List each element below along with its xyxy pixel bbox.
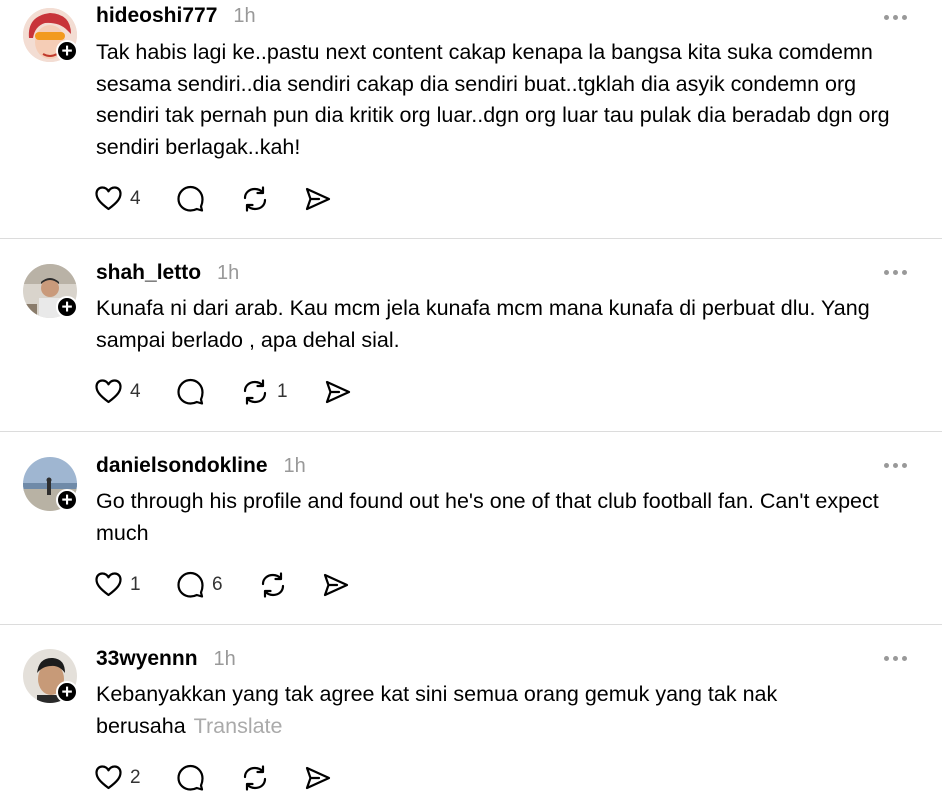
repost-icon [261,571,285,598]
repost-count: 1 [277,380,288,402]
timestamp: 1h [233,5,256,27]
post-header: danielsondokline 1h [96,454,306,478]
like-count: 1 [130,573,141,595]
avatar-wrap[interactable]: + [23,8,78,62]
heart-icon [95,764,122,789]
heart-icon [95,571,122,596]
reply-button[interactable] [177,764,241,791]
like-count: 2 [130,766,141,788]
username[interactable]: hideoshi777 [96,4,217,28]
share-button[interactable] [305,766,331,790]
like-button[interactable]: 2 [95,764,177,791]
send-icon [305,187,331,210]
username[interactable]: shah_letto [96,261,201,285]
timestamp: 1h [213,648,236,670]
post-text: Kebanyakkan yang tak agree kat sini semu… [96,679,906,742]
heart-icon [95,185,122,210]
like-count: 4 [130,380,141,402]
like-button[interactable]: 4 [95,378,177,405]
repost-button[interactable]: 1 [241,378,325,405]
more-dots-icon[interactable] [884,270,907,275]
share-button[interactable] [325,380,351,404]
action-bar: 4 [95,185,331,212]
reply-button[interactable] [177,378,241,405]
post-header: 33wyennn 1h [96,647,236,671]
action-bar: 4 1 [95,378,351,405]
send-icon [323,573,349,596]
more-dots-icon[interactable] [884,15,907,20]
like-button[interactable]: 4 [95,185,177,212]
post-item: + 33wyennn 1h Kebanyakkan yang tak agree… [0,625,942,812]
post-item: + danielsondokline 1h Go through his pro… [0,432,942,624]
more-dots-icon[interactable] [884,656,907,661]
comment-bubble-icon [177,378,204,405]
like-count: 4 [130,187,141,209]
action-bar: 2 [95,764,331,791]
send-icon [305,766,331,789]
like-button[interactable]: 1 [95,571,177,598]
translate-link[interactable]: Translate [194,714,283,738]
repost-icon [243,378,267,405]
reply-button[interactable]: 6 [177,571,259,598]
post-header: shah_letto 1h [96,261,239,285]
post-text: Kunafa ni dari arab. Kau mcm jela kunafa… [96,296,870,352]
follow-plus-icon[interactable]: + [56,40,78,62]
more-dots-icon[interactable] [884,463,907,468]
post-item: + shah_letto 1h Kunafa ni dari arab. Kau… [0,239,942,431]
comment-bubble-icon [177,571,204,598]
username[interactable]: danielsondokline [96,454,268,478]
reply-count: 6 [212,573,223,595]
heart-icon [95,378,122,403]
share-button[interactable] [305,187,331,211]
repost-icon [243,764,267,791]
avatar-wrap[interactable]: + [23,457,78,511]
repost-button[interactable] [241,185,305,212]
timestamp: 1h [217,262,240,284]
avatar-wrap[interactable]: + [23,264,78,318]
timestamp: 1h [283,455,306,477]
action-bar: 1 6 [95,571,349,598]
avatar-wrap[interactable]: + [23,649,78,703]
repost-button[interactable] [241,764,305,791]
reply-button[interactable] [177,185,241,212]
follow-plus-icon[interactable]: + [56,681,78,703]
username[interactable]: 33wyennn [96,647,198,671]
repost-icon [243,185,267,212]
repost-button[interactable] [259,571,323,598]
comment-bubble-icon [177,764,204,791]
comment-bubble-icon [177,185,204,212]
post-text: Go through his profile and found out he'… [96,489,879,545]
follow-plus-icon[interactable]: + [56,489,78,511]
share-button[interactable] [323,573,349,597]
post-text: Tak habis lagi ke..pastu next content ca… [96,40,890,159]
follow-plus-icon[interactable]: + [56,296,78,318]
post-header: hideoshi777 1h [96,4,256,28]
post-item: + hideoshi777 1h Tak habis lagi ke..past… [0,0,942,238]
send-icon [325,380,351,403]
